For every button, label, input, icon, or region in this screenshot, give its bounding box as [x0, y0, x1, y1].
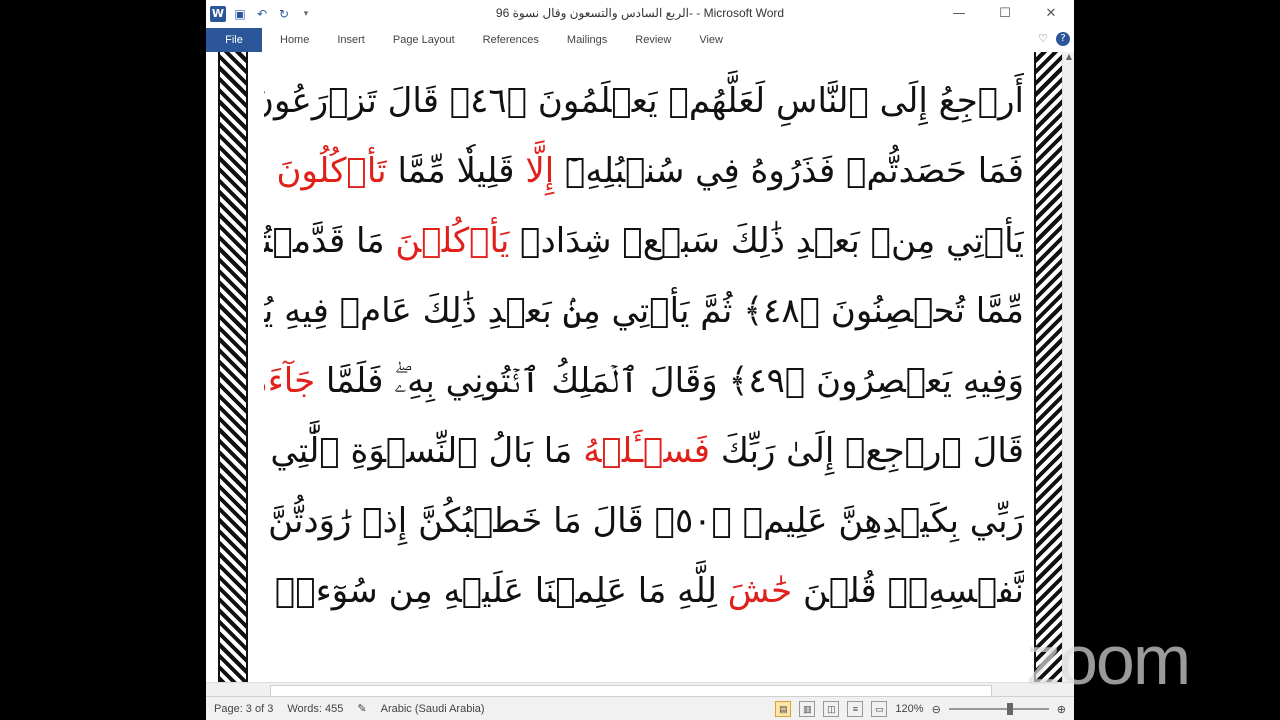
text-segment: رَبِّي بِكَيۡدِهِنَّ عَلِيمٞ ﴿٥٠﴾ قَالَ … [264, 501, 1024, 541]
text-line[interactable]: مِّمَّا تُحۡصِنُونَ ﴿٤٨﴾ ثُمَّ يَأۡتِي م… [264, 276, 1024, 346]
text-line[interactable]: نَّفۡسِهِۦۚ قُلۡنَ حَٰشَ لِلَّهِ مَا عَل… [264, 556, 1024, 626]
ribbon-tabs: File Home Insert Page Layout References … [206, 28, 1074, 53]
text-segment: قَالَ ٱرۡجِعۡ إِلَىٰ رَبِّكَ [710, 431, 1024, 471]
zoom-slider-knob[interactable] [1006, 703, 1013, 715]
window-controls: — ☐ ✕ [936, 0, 1074, 28]
scroll-up-icon[interactable]: ▲ [1063, 52, 1074, 61]
zoom-slider[interactable] [948, 703, 1049, 715]
tab-mailings[interactable]: Mailings [553, 28, 621, 52]
page-border-right [1034, 52, 1064, 682]
tab-view[interactable]: View [685, 28, 737, 52]
text-segment: يَأۡتِي مِنۢ بَعۡدِ ذَٰلِكَ سَبۡعٞ شِدَا… [509, 221, 1024, 261]
minimize-button[interactable]: — [936, 0, 982, 28]
text-line[interactable]: رَبِّي بِكَيۡدِهِنَّ عَلِيمٞ ﴿٥٠﴾ قَالَ … [264, 486, 1024, 556]
text-segment: وَفِيهِ يَعۡصِرُونَ ﴿٤٩﴾ وَقَالَ ٱلۡمَلِ… [315, 361, 1024, 401]
vertical-scrollbar[interactable]: ▲ [1062, 52, 1074, 682]
full-screen-view-icon[interactable]: ▥ [799, 701, 816, 717]
title-bar: W ▣ ↶ ↻ ▾ الربع السادس والتسعون وقال نسو… [206, 0, 1074, 28]
web-layout-view-icon[interactable]: ◫ [823, 701, 840, 717]
word-window: W ▣ ↶ ↻ ▾ الربع السادس والتسعون وقال نسو… [206, 0, 1074, 720]
maximize-button[interactable]: ☐ [982, 0, 1028, 28]
outline-view-icon[interactable]: ≡ [847, 701, 864, 717]
language-indicator[interactable]: Arabic (Saudi Arabia) [381, 703, 485, 715]
document-text[interactable]: أَرۡجِعُ إِلَى ٱلنَّاسِ لَعَلَّهُمۡ يَعۡ… [264, 52, 1024, 682]
tab-review[interactable]: Review [621, 28, 685, 52]
text-segment: ﴿٤٧﴾ ثُمَّ [264, 151, 276, 191]
close-button[interactable]: ✕ [1028, 0, 1074, 28]
zoom-level[interactable]: 120% [895, 703, 923, 715]
page-count[interactable]: Page: 3 of 3 [214, 703, 273, 715]
help-icon[interactable]: ? [1056, 32, 1070, 46]
status-bar: Page: 3 of 3 Words: 455 ✎ Arabic (Saudi … [206, 696, 1074, 720]
print-layout-view-icon[interactable]: ▤ [775, 701, 792, 717]
text-line[interactable]: وَفِيهِ يَعۡصِرُونَ ﴿٤٩﴾ وَقَالَ ٱلۡمَلِ… [264, 346, 1024, 416]
text-segment: مِّمَّا تُحۡصِنُونَ ﴿٤٨﴾ ثُمَّ يَأۡتِي م… [264, 291, 1024, 331]
highlighted-word: يَأۡكُلۡنَ [395, 221, 510, 261]
tab-insert[interactable]: Insert [323, 28, 379, 52]
zoom-watermark: zoom [1026, 621, 1191, 699]
text-segment: مَا قَدَّمۡتُمۡ لَهُنَّ إِلَّا قَلِيلٗا [264, 221, 385, 261]
text-line[interactable]: أَرۡجِعُ إِلَى ٱلنَّاسِ لَعَلَّهُمۡ يَعۡ… [264, 66, 1024, 136]
tab-file[interactable]: File [206, 28, 262, 52]
zoom-out-icon[interactable]: ⊖ [932, 703, 941, 716]
text-segment: قَلِيلٗا مِّمَّا [386, 151, 526, 191]
text-segment: لِلَّهِ مَا عَلِمۡنَا عَلَيۡهِ مِن سُوٓء… [264, 571, 717, 611]
text-line[interactable]: قَالَ ٱرۡجِعۡ إِلَىٰ رَبِّكَ فَسۡـَٔلۡهُ… [264, 416, 1024, 486]
text-segment: قَالَ تَزۡرَعُونَ سَبۡعَ سِنِينَ دَأَبٗا [264, 81, 439, 121]
zoom-in-icon[interactable]: ⊕ [1057, 703, 1066, 716]
text-line[interactable]: فَمَا حَصَدتُّمۡ فَذَرُوهُ فِي سُنۢبُلِه… [264, 136, 1024, 206]
text-segment: أَرۡجِعُ إِلَى ٱلنَّاسِ لَعَلَّهُمۡ يَعۡ… [527, 81, 1024, 121]
highlighted-word: فَسۡـَٔلۡهُ [583, 431, 711, 471]
page-border-left [218, 52, 248, 682]
text-segment: فَمَا حَصَدتُّمۡ فَذَرُوهُ فِي سُنۢبُلِه… [554, 151, 1024, 191]
text-segment: ﴿٤٦﴾ [449, 81, 528, 121]
word-count[interactable]: Words: 455 [287, 703, 343, 715]
tab-page-layout[interactable]: Page Layout [379, 28, 469, 52]
highlighted-word: حَٰشَ [727, 571, 793, 611]
text-line[interactable]: يَأۡتِي مِنۢ بَعۡدِ ذَٰلِكَ سَبۡعٞ شِدَا… [264, 206, 1024, 276]
document-area[interactable]: أَرۡجِعُ إِلَى ٱلنَّاسِ لَعَلَّهُمۡ يَعۡ… [206, 52, 1074, 682]
horizontal-scrollbar[interactable] [206, 682, 1074, 697]
text-segment: نَّفۡسِهِۦۚ قُلۡنَ [792, 571, 1024, 611]
highlighted-word: جَآءَهُ [264, 361, 316, 401]
tab-home[interactable]: Home [266, 28, 323, 52]
highlighted-word: تَأۡكُلُونَ [276, 151, 387, 191]
text-segment: مَا بَالُ ٱلنِّسۡوَةِ ٱلَّٰتِي قَطَّعۡنَ… [264, 431, 573, 471]
draft-view-icon[interactable]: ▭ [871, 701, 888, 717]
proofing-icon[interactable]: ✎ [357, 702, 366, 715]
tab-references[interactable]: References [469, 28, 553, 52]
expand-ribbon-icon[interactable]: ♡ [1038, 32, 1048, 46]
highlighted-word: إِلَّا [525, 151, 555, 191]
